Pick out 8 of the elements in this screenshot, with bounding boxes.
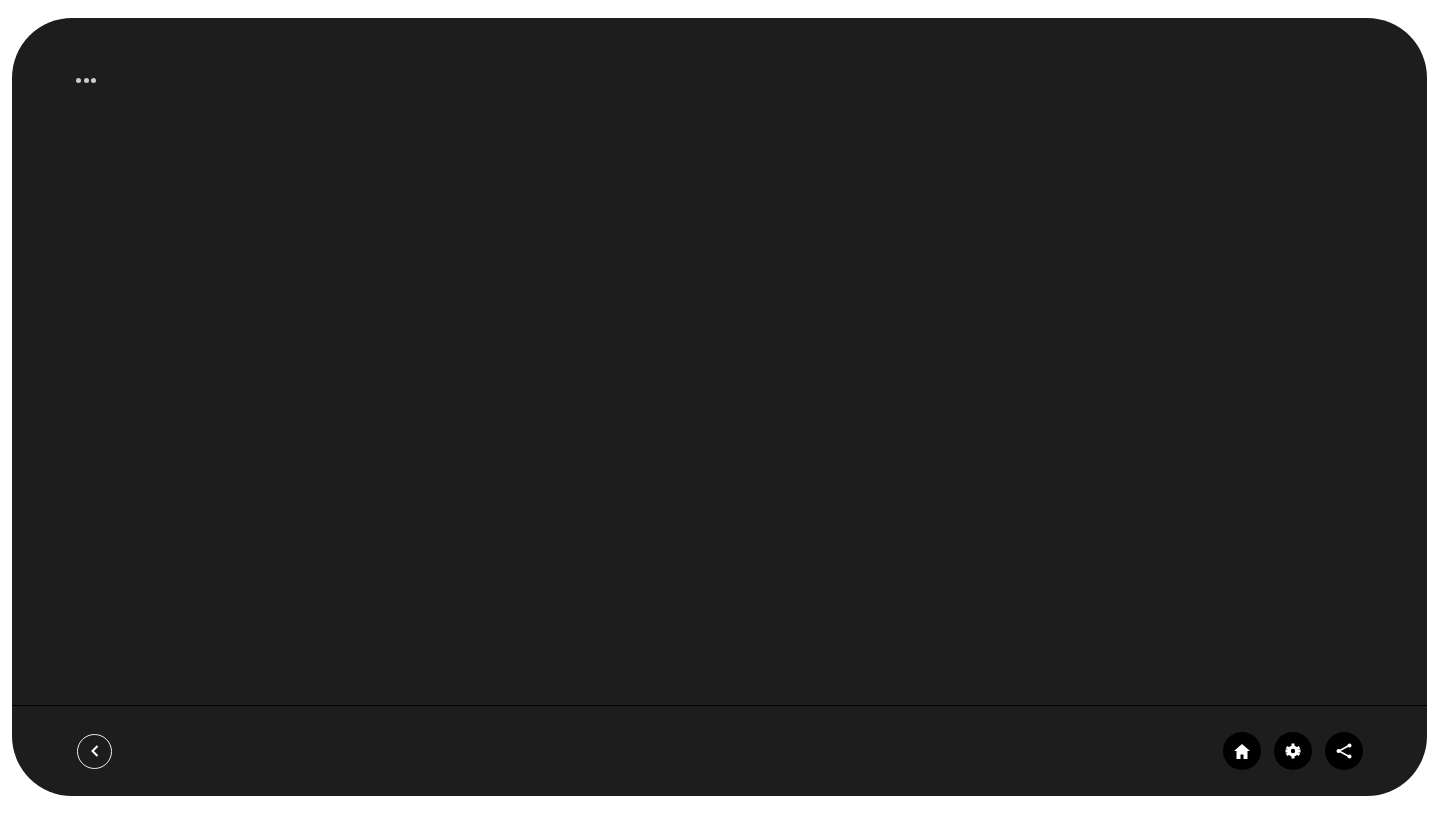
share-icon <box>1336 743 1352 759</box>
share-button[interactable] <box>1325 732 1363 770</box>
home-button[interactable] <box>1223 732 1261 770</box>
more-icon[interactable] <box>76 78 96 83</box>
home-icon <box>1234 743 1250 759</box>
settings-button[interactable] <box>1274 732 1312 770</box>
settings-icon <box>1285 743 1301 759</box>
chevron-left-icon <box>90 745 99 757</box>
